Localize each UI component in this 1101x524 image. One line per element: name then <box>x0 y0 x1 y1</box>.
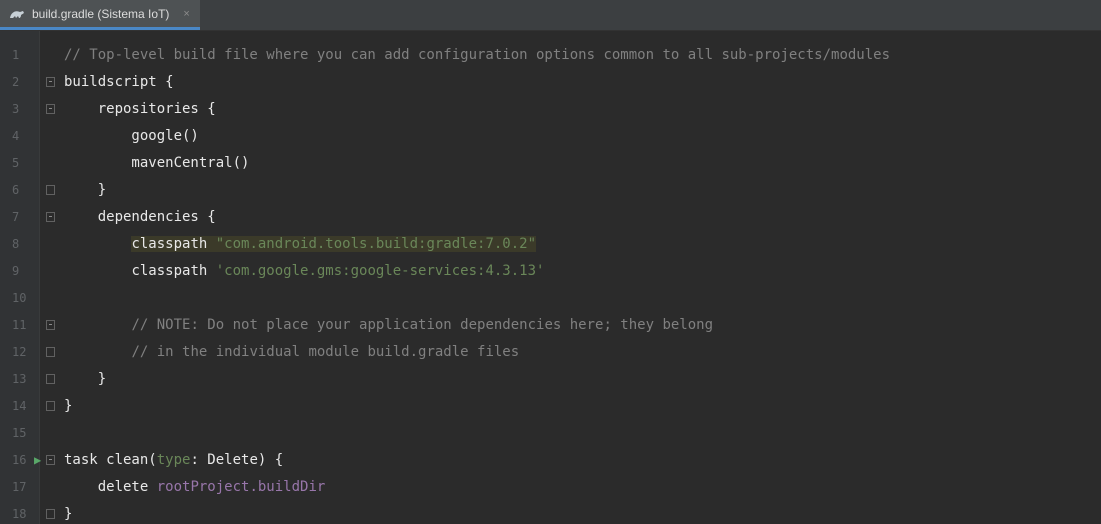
code-line-4: google() <box>64 128 199 144</box>
fold-expanded-icon[interactable] <box>46 77 55 87</box>
line-number: 18 <box>12 507 27 521</box>
property-ref: rootProject.buildDir <box>156 479 326 495</box>
code-line-16: task clean(type: Delete) { <box>64 452 284 468</box>
code-line-6: } <box>64 182 107 198</box>
code-line-5: mavenCentral() <box>64 155 250 171</box>
string-literal: "com.android.tools.build:gradle:7.0.2" <box>215 236 537 252</box>
line-number: 16 <box>12 453 27 467</box>
code-line-12: // in the individual module build.gradle… <box>64 339 1101 366</box>
code-area[interactable]: // Top-level build file where you can ad… <box>64 31 1101 524</box>
fold-expanded-icon[interactable] <box>46 104 55 114</box>
code-line-2: buildscript { <box>64 74 174 90</box>
line-number: 10 <box>12 291 27 305</box>
editor-tab-bar: build.gradle (Sistema IoT) × <box>0 0 1101 31</box>
line-number: 11 <box>12 318 27 332</box>
line-number-gutter: 1 2 3 4 5 6 7 8 9 10 11 12 13 14 15 16 ▶… <box>0 31 41 524</box>
tab-title: build.gradle (Sistema IoT) <box>32 6 170 21</box>
comment: // NOTE: Do not place your application d… <box>131 317 714 333</box>
comment: // in the individual module build.gradle… <box>131 344 520 360</box>
code-editor[interactable]: 1 2 3 4 5 6 7 8 9 10 11 12 13 14 15 16 ▶… <box>0 31 1101 524</box>
code-line-17: delete rootProject.buildDir <box>97 479 326 495</box>
close-icon[interactable]: × <box>183 8 189 20</box>
gradle-icon <box>8 7 26 21</box>
block-name: buildscript <box>64 74 157 90</box>
code-line-13: } <box>64 371 107 387</box>
line-number: 13 <box>12 372 27 386</box>
line-number: 7 <box>12 210 20 224</box>
block-name: dependencies <box>97 209 199 225</box>
line-number: 6 <box>12 183 20 197</box>
code-line-18: } <box>64 506 73 522</box>
line-number: 2 <box>12 75 20 89</box>
fold-end-icon[interactable] <box>46 401 55 411</box>
block-name: repositories <box>97 101 199 117</box>
fold-end-icon[interactable] <box>46 347 55 357</box>
line-number: 15 <box>12 426 27 440</box>
code-line-9: classpath 'com.google.gms:google-service… <box>131 263 545 279</box>
line-number: 8 <box>12 237 20 251</box>
line-number: 14 <box>12 399 27 413</box>
highlighted-dependency: classpath "com.android.tools.build:gradl… <box>131 236 537 252</box>
code-line-3: repositories { <box>97 101 216 117</box>
named-arg: type <box>156 452 191 468</box>
fold-end-icon[interactable] <box>46 374 55 384</box>
line-number-with-run: 16 ▶ <box>0 447 41 474</box>
task-keyword: task <box>64 452 98 468</box>
fold-gutter <box>40 31 64 524</box>
fold-expanded-icon[interactable] <box>46 320 55 330</box>
fold-expanded-icon[interactable] <box>46 212 55 222</box>
line-number: 5 <box>12 156 20 170</box>
line-number: 1 <box>12 48 20 62</box>
fold-end-icon[interactable] <box>46 509 55 519</box>
code-line-11: // NOTE: Do not place your application d… <box>64 312 1101 339</box>
line-number: 17 <box>12 480 27 494</box>
code-line-7: dependencies { <box>97 209 216 225</box>
code-line-8: classpath "com.android.tools.build:gradl… <box>64 231 1101 258</box>
line-number: 4 <box>12 129 20 143</box>
fold-end-icon[interactable] <box>46 185 55 195</box>
code-line-14: } <box>64 398 73 414</box>
tab-build-gradle[interactable]: build.gradle (Sistema IoT) × <box>0 0 200 30</box>
string-literal: 'com.google.gms:google-services:4.3.13' <box>215 263 545 279</box>
code-line-1: // Top-level build file where you can ad… <box>64 42 1101 69</box>
line-number: 9 <box>12 264 20 278</box>
line-number: 12 <box>12 345 27 359</box>
line-number: 3 <box>12 102 20 116</box>
comment: // Top-level build file where you can ad… <box>64 47 891 63</box>
fold-expanded-icon[interactable] <box>46 455 55 465</box>
